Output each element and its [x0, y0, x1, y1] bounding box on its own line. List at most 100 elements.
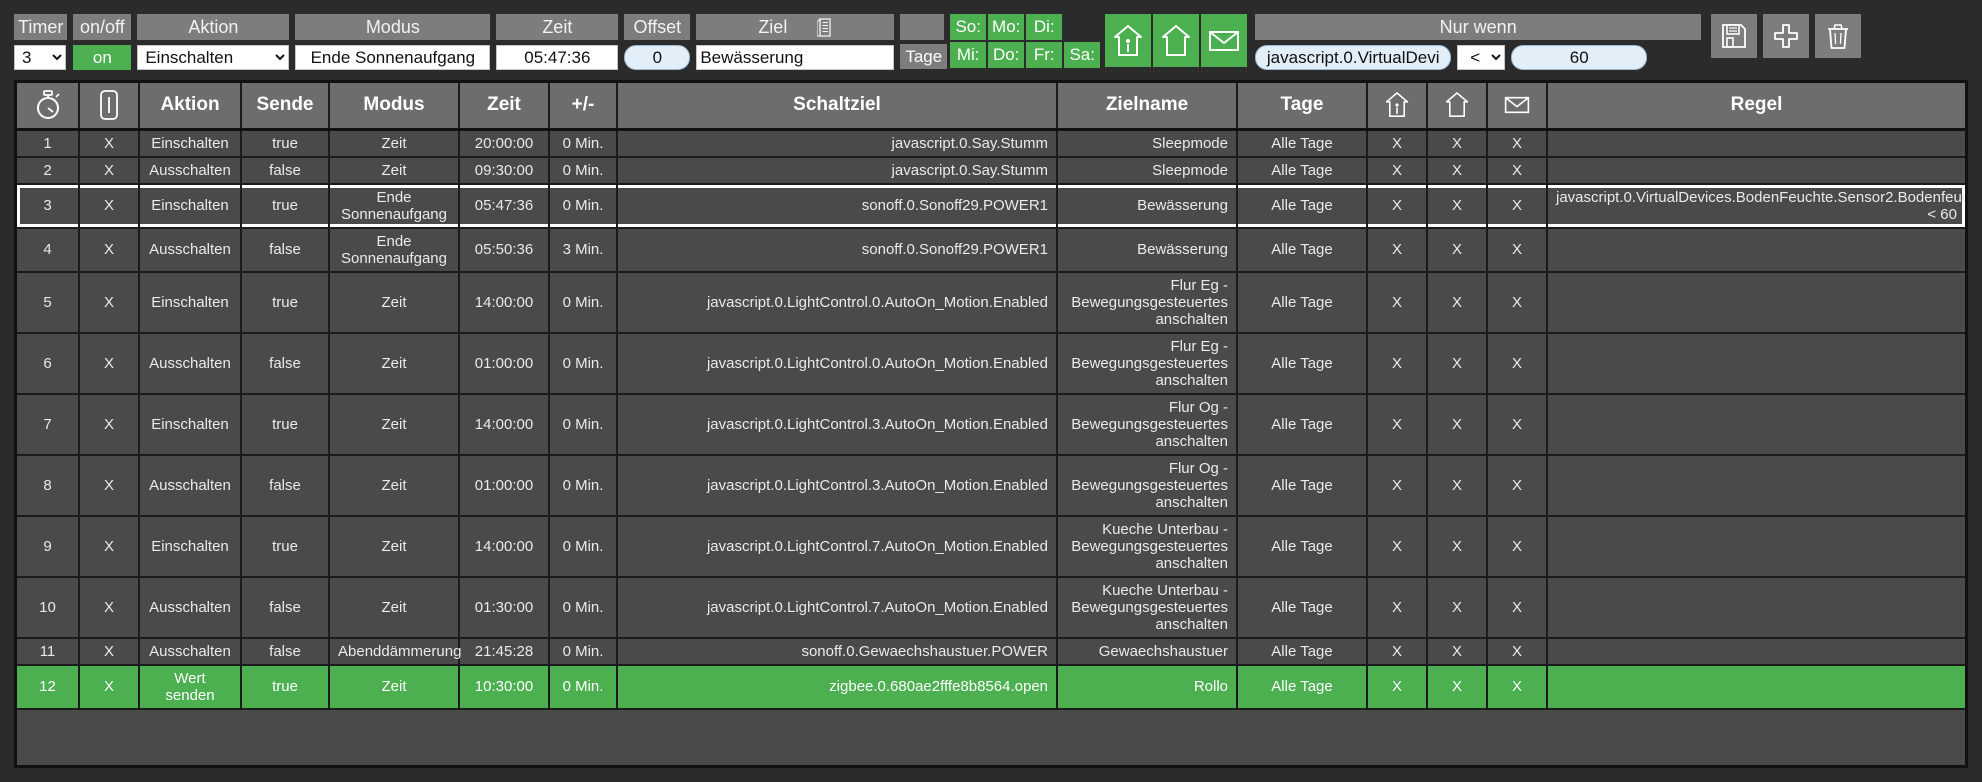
cell-home[interactable]: X [1427, 576, 1488, 639]
cell-modus[interactable]: Zeit [329, 156, 460, 185]
cell-mail[interactable]: X [1487, 515, 1548, 578]
cell-tage[interactable]: Alle Tage [1237, 454, 1368, 517]
cell-presence[interactable]: X [1367, 227, 1428, 273]
column-header-modus[interactable]: Modus [329, 83, 460, 131]
cell-regel[interactable] [1547, 129, 1965, 158]
cell-aktion[interactable]: Ausschalten [139, 227, 242, 273]
cell-onoff[interactable]: X [79, 227, 140, 273]
cell-offset[interactable]: 3 Min. [549, 227, 618, 273]
cell-modus[interactable]: Zeit [329, 129, 460, 158]
cell-schaltziel[interactable]: javascript.0.Say.Stumm [617, 129, 1058, 158]
cell-sende[interactable]: true [241, 393, 330, 456]
cell-zielname[interactable]: Flur Eg - Bewegungsgesteuertes anschalte… [1057, 271, 1238, 334]
cell-aktion[interactable]: Ausschalten [139, 454, 242, 517]
cell-mail[interactable]: X [1487, 576, 1548, 639]
cell-regel[interactable] [1547, 576, 1965, 639]
cell-offset[interactable]: 0 Min. [549, 393, 618, 456]
cell-regel[interactable] [1547, 227, 1965, 273]
cell-offset[interactable]: 0 Min. [549, 271, 618, 334]
cell-timer-number[interactable]: 10 [17, 576, 80, 639]
cell-presence[interactable]: X [1367, 271, 1428, 334]
cell-sende[interactable]: false [241, 454, 330, 517]
aktion-select[interactable]: Einschalten [137, 45, 290, 70]
cell-aktion[interactable]: Wert senden [139, 664, 242, 710]
cell-schaltziel[interactable]: javascript.0.LightControl.0.AutoOn_Motio… [617, 332, 1058, 395]
cell-modus[interactable]: Zeit [329, 576, 460, 639]
cell-mail[interactable]: X [1487, 454, 1548, 517]
column-header-zeit[interactable]: Zeit [459, 83, 550, 131]
column-header-presence[interactable] [1367, 83, 1428, 131]
cell-presence[interactable]: X [1367, 637, 1428, 666]
column-header-mail[interactable] [1487, 83, 1548, 131]
cell-schaltziel[interactable]: sonoff.0.Gewaechshaustuer.POWER [617, 637, 1058, 666]
cell-mail[interactable]: X [1487, 183, 1548, 229]
cell-schaltziel[interactable]: javascript.0.LightControl.0.AutoOn_Motio… [617, 271, 1058, 334]
cell-schaltziel[interactable]: sonoff.0.Sonoff29.POWER1 [617, 227, 1058, 273]
cell-home[interactable]: X [1427, 637, 1488, 666]
cell-tage[interactable]: Alle Tage [1237, 664, 1368, 710]
cell-zeit[interactable]: 10:30:00 [459, 664, 550, 710]
delete-button[interactable] [1815, 14, 1862, 58]
cell-sende[interactable]: false [241, 227, 330, 273]
cell-regel[interactable] [1547, 515, 1965, 578]
cell-sende[interactable]: true [241, 271, 330, 334]
cell-mail[interactable]: X [1487, 271, 1548, 334]
cell-home[interactable]: X [1427, 332, 1488, 395]
cell-mail[interactable]: X [1487, 227, 1548, 273]
cell-timer-number[interactable]: 6 [17, 332, 80, 395]
cell-tage[interactable]: Alle Tage [1237, 576, 1368, 639]
cell-presence[interactable]: X [1367, 332, 1428, 395]
cell-presence[interactable]: X [1367, 576, 1428, 639]
cell-presence[interactable]: X [1367, 664, 1428, 710]
cell-sende[interactable]: false [241, 332, 330, 395]
cell-tage[interactable]: Alle Tage [1237, 332, 1368, 395]
cell-schaltziel[interactable]: javascript.0.Say.Stumm [617, 156, 1058, 185]
cell-aktion[interactable]: Ausschalten [139, 576, 242, 639]
ziel-input[interactable] [696, 45, 895, 70]
cell-timer-number[interactable]: 12 [17, 664, 80, 710]
cell-zeit[interactable]: 09:30:00 [459, 156, 550, 185]
column-header-schaltziel[interactable]: Schaltziel [617, 83, 1058, 131]
cell-timer-number[interactable]: 5 [17, 271, 80, 334]
cell-aktion[interactable]: Einschalten [139, 393, 242, 456]
mail-button[interactable] [1201, 14, 1248, 67]
cell-sende[interactable]: false [241, 637, 330, 666]
column-header-zielname[interactable]: Zielname [1057, 83, 1238, 131]
table-row[interactable]: 12 X Wert senden true Zeit 10:30:00 0 Min. zigb… [17, 664, 1965, 710]
cell-regel[interactable] [1547, 271, 1965, 334]
cell-zeit[interactable]: 20:00:00 [459, 129, 550, 158]
cell-aktion[interactable]: Einschalten [139, 183, 242, 229]
cell-regel[interactable] [1547, 454, 1965, 517]
table-row[interactable]: 7 X Einschalten true Zeit 14:00:00 0 Min. javas… [17, 393, 1965, 456]
table-row[interactable]: 6 X Ausschalten false Zeit 01:00:00 0 Min. java… [17, 332, 1965, 395]
offset-input[interactable] [624, 45, 691, 70]
column-header-onoff[interactable] [79, 83, 140, 131]
table-row[interactable]: 1 X Einschalten true Zeit 20:00:00 0 Min. javas… [17, 129, 1965, 158]
cell-presence[interactable]: X [1367, 156, 1428, 185]
cell-schaltziel[interactable]: sonoff.0.Sonoff29.POWER1 [617, 183, 1058, 229]
onoff-toggle-button[interactable]: on [73, 45, 132, 70]
cell-zielname[interactable]: Sleepmode [1057, 129, 1238, 158]
cell-zielname[interactable]: Bewässerung [1057, 227, 1238, 273]
cell-regel[interactable]: javascript.0.VirtualDevices.BodenFeuchte… [1547, 183, 1965, 229]
cell-mail[interactable]: X [1487, 129, 1548, 158]
cell-presence[interactable]: X [1367, 393, 1428, 456]
cell-home[interactable]: X [1427, 393, 1488, 456]
cell-zielname[interactable]: Sleepmode [1057, 156, 1238, 185]
day-fr[interactable]: Fr: [1026, 42, 1063, 68]
column-header-tage[interactable]: Tage [1237, 83, 1368, 131]
cell-tage[interactable]: Alle Tage [1237, 156, 1368, 185]
cell-zeit[interactable]: 14:00:00 [459, 271, 550, 334]
cell-tage[interactable]: Alle Tage [1237, 271, 1368, 334]
cell-home[interactable]: X [1427, 156, 1488, 185]
cell-aktion[interactable]: Ausschalten [139, 332, 242, 395]
cell-offset[interactable]: 0 Min. [549, 664, 618, 710]
cell-zeit[interactable]: 01:00:00 [459, 332, 550, 395]
cell-onoff[interactable]: X [79, 576, 140, 639]
cell-tage[interactable]: Alle Tage [1237, 227, 1368, 273]
cell-home[interactable]: X [1427, 454, 1488, 517]
cell-regel[interactable] [1547, 637, 1965, 666]
cell-sende[interactable]: true [241, 515, 330, 578]
cell-mail[interactable]: X [1487, 664, 1548, 710]
cell-presence[interactable]: X [1367, 454, 1428, 517]
